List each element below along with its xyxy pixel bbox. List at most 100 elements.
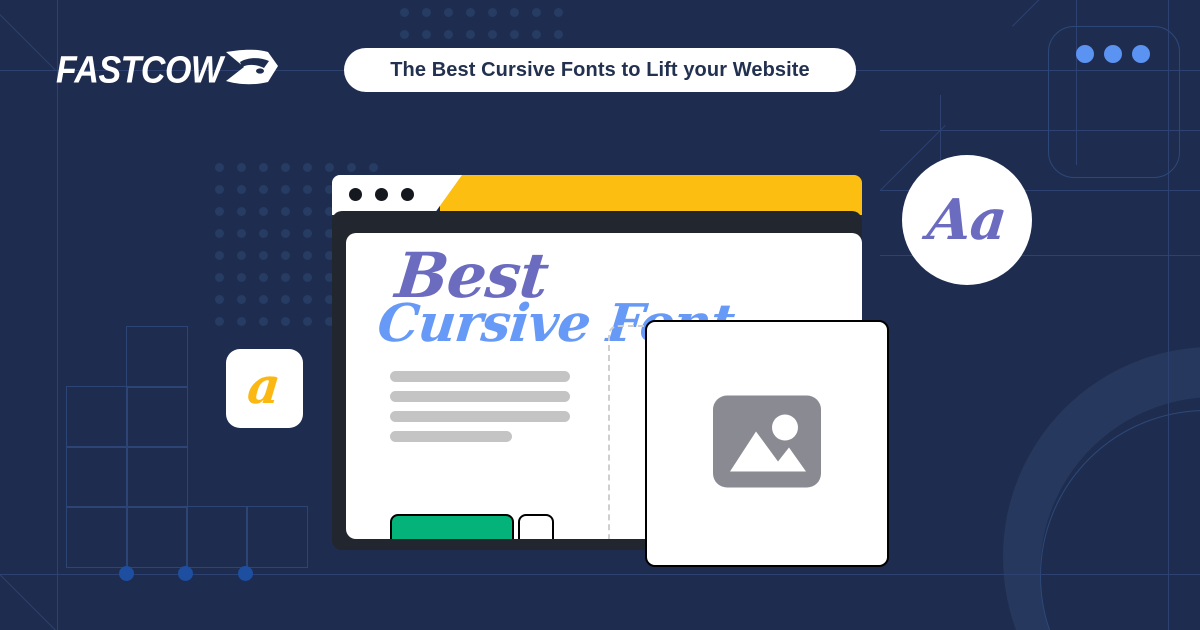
pattern-dot [303,317,312,326]
blueprint-node-2 [178,566,193,581]
pattern-dot [259,163,268,172]
skeleton-line-2 [390,391,570,402]
skeleton-line-3 [390,411,570,422]
blueprint-square-1 [126,326,188,388]
skeleton-line-4 [390,431,512,442]
image-placeholder-icon [713,395,821,492]
pattern-dot [400,30,409,39]
image-preview-card[interactable] [645,320,889,567]
decorative-arc-outer [1003,347,1200,630]
pattern-dot [488,30,497,39]
pattern-dot [281,273,290,282]
pattern-dot [303,207,312,216]
pattern-dot [422,8,431,17]
blueprint-square-9 [246,506,308,568]
diagonal-line-top-right [1012,0,1078,27]
pattern-dot [466,8,475,17]
pattern-dot [281,207,290,216]
a-badge-text: a [245,356,284,415]
pattern-dot [281,317,290,326]
blueprint-square-7 [126,506,188,568]
pattern-dot [303,163,312,172]
pattern-dot [303,295,312,304]
pattern-dot [259,251,268,260]
pattern-dot [259,229,268,238]
pattern-dot [303,273,312,282]
a-square-badge: a [226,349,303,428]
pattern-dot [237,207,246,216]
primary-cta-button[interactable] [390,514,514,539]
blueprint-node-3 [238,566,253,581]
aa-circle-badge: Aa [902,155,1032,285]
pattern-dot [281,251,290,260]
skeleton-line-1 [390,371,570,382]
pattern-dot [215,229,224,238]
brand-logo[interactable]: FASTCOW [56,48,280,93]
pattern-dot [259,185,268,194]
blue-dot-1 [1076,45,1094,63]
pattern-dot [259,295,268,304]
pattern-dot [215,317,224,326]
pattern-dot [303,185,312,194]
decorative-arc-inner-fill [1040,397,1200,630]
browser-tabbar-accent [440,175,862,215]
pattern-dot [444,30,453,39]
pattern-dot [215,295,224,304]
pattern-dot [347,163,356,172]
pattern-dot [237,185,246,194]
pattern-dot [281,185,290,194]
aa-badge-text: Aa [924,187,1010,253]
pattern-dot [237,163,246,172]
window-dot-2 [375,188,388,201]
pattern-dot [303,229,312,238]
pattern-dot [281,295,290,304]
blue-dot-3 [1132,45,1150,63]
pattern-dot [215,273,224,282]
blueprint-square-8 [186,506,248,568]
pattern-dot [466,30,475,39]
grid-line-horizontal-bottom [0,574,1200,575]
pattern-dot [532,30,541,39]
pattern-dot [554,30,563,39]
window-dot-3 [401,188,414,201]
cover-canvas: FASTCOW The Best Cursive Fonts to Lift y… [0,0,1200,630]
pattern-dot [215,163,224,172]
blueprint-square-6 [66,506,128,568]
grid-line-vertical-right [1168,0,1169,630]
pattern-dot [281,229,290,238]
blueprint-square-3 [126,386,188,448]
pattern-dot [237,295,246,304]
blueprint-square-5 [126,446,188,508]
pattern-dot [400,8,409,17]
pattern-dot [259,317,268,326]
pattern-dot [444,8,453,17]
pattern-dot [554,8,563,17]
diagonal-line-bottom-left [0,574,57,630]
pattern-dot [510,30,519,39]
brand-wordmark: FASTCOW [56,48,223,92]
pattern-dot [422,30,431,39]
window-control-dots [349,188,414,201]
cow-head-icon [224,48,280,93]
window-dot-1 [349,188,362,201]
pattern-dot [259,273,268,282]
pattern-dot [215,185,224,194]
pattern-dot [259,207,268,216]
pattern-dot [237,229,246,238]
pattern-dot [488,8,497,17]
blueprint-square-4 [66,446,128,508]
pattern-dot [237,273,246,282]
pattern-dot [237,317,246,326]
pattern-dot [532,8,541,17]
grid-line-horizontal-upper-right [880,130,1200,131]
page-title: The Best Cursive Fonts to Lift your Webs… [390,58,810,81]
pattern-dot [303,251,312,260]
blue-dot-2 [1104,45,1122,63]
decorative-arc-stroke [1040,410,1200,630]
pattern-dot [215,207,224,216]
pattern-dot [237,251,246,260]
pattern-dot [325,163,334,172]
blueprint-node-1 [119,566,134,581]
grid-line-vertical-mid-right [1076,0,1077,165]
secondary-icon-button[interactable] [518,514,554,539]
